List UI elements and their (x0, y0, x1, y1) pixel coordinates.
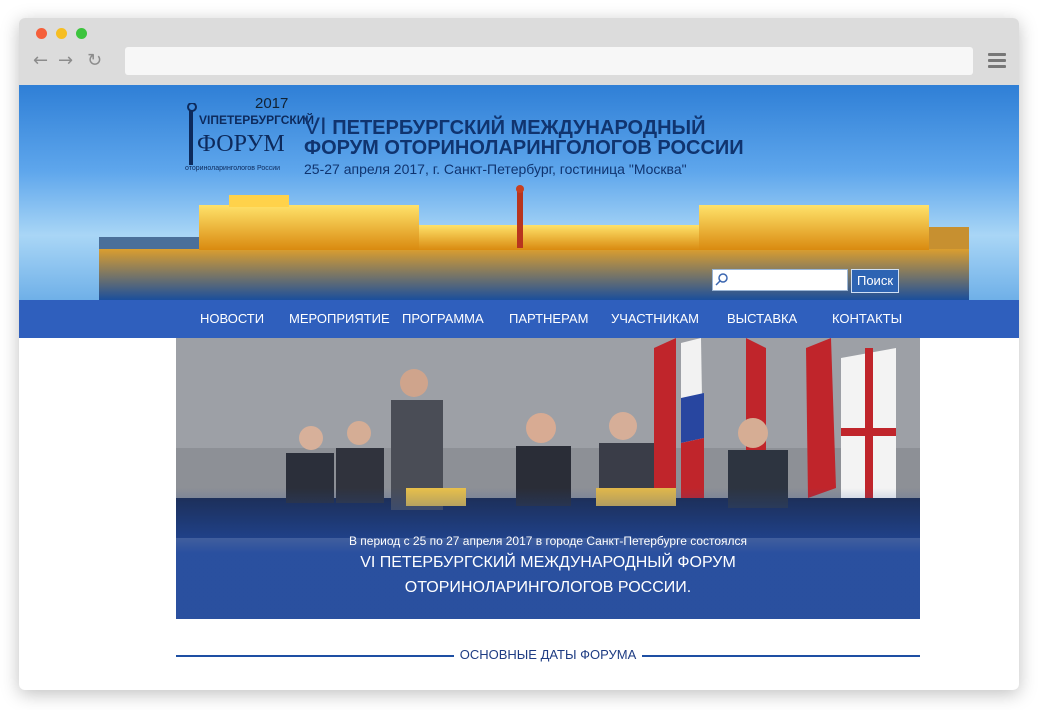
search-icon (715, 273, 728, 286)
main-menu: НОВОСТИ МЕРОПРИЯТИЕ ПРОГРАММА ПАРТНЕРАМ … (19, 300, 1019, 338)
hero-banner: В период с 25 по 27 апреля 2017 в городе… (176, 338, 920, 619)
street-lamp-icon (187, 103, 197, 165)
section-heading: ОСНОВНЫЕ ДАТЫ ФОРУМА (176, 646, 920, 666)
maximize-window-dot[interactable] (76, 28, 87, 39)
menu-item-contacts[interactable]: КОНТАКТЫ (832, 311, 902, 326)
reload-icon[interactable]: ↻ (87, 52, 102, 70)
menu-item-participants[interactable]: УЧАСТНИКАМ (611, 311, 699, 326)
section-title: ОСНОВНЫЕ ДАТЫ ФОРУМА (176, 647, 920, 662)
forum-title-text: ПЕТЕРБУРГСКИЙ МЕЖДУНАРОДНЫЙ (332, 117, 706, 139)
logo-line-3: ФОРУМ (197, 131, 285, 157)
forum-title-line-2: ФОРУМ ОТОРИНОЛАРИНГОЛОГОВ РОССИИ (304, 137, 744, 159)
hero-text-line-2: VI ПЕТЕРБУРГСКИЙ МЕЖДУНАРОДНЫЙ ФОРУМ (360, 554, 736, 571)
menu-item-event[interactable]: МЕРОПРИЯТИЕ (289, 311, 390, 326)
menu-item-partners[interactable]: ПАРТНЕРАМ (509, 311, 588, 326)
minimize-window-dot[interactable] (56, 28, 67, 39)
browser-menu-icon[interactable] (988, 53, 1006, 71)
menu-item-program[interactable]: ПРОГРАММА (402, 311, 484, 326)
site-header: 2017 VIПЕТЕРБУРГСКИЙ ФОРУМ оториноларинг… (19, 85, 1019, 300)
forward-arrow-icon[interactable]: → (58, 52, 73, 70)
forum-subtitle: 25-27 апреля 2017, г. Санкт-Петербург, г… (304, 161, 687, 177)
menu-item-news[interactable]: НОВОСТИ (200, 311, 264, 326)
forum-title-roman: VI (304, 113, 327, 140)
menu-item-exhibition[interactable]: ВЫСТАВКА (727, 311, 797, 326)
browser-window: ← → ↻ 2017 VIПЕТЕРБУРГСКИЙ ФОРУМ оторино… (19, 18, 1019, 690)
back-arrow-icon[interactable]: ← (33, 52, 48, 70)
search-button[interactable]: Поиск (851, 269, 899, 293)
browser-chrome: ← → ↻ (19, 18, 1019, 85)
search-input[interactable] (712, 269, 848, 291)
close-window-dot[interactable] (36, 28, 47, 39)
hero-text-line-3: ОТОРИНОЛАРИНГОЛОГОВ РОССИИ. (404, 579, 692, 596)
hero-text-line-1: В период с 25 по 27 апреля 2017 в городе… (348, 534, 748, 548)
logo-line-2: VIПЕТЕРБУРГСКИЙ (199, 113, 314, 127)
forum-logo[interactable]: 2017 VIПЕТЕРБУРГСКИЙ ФОРУМ оториноларинг… (185, 95, 314, 177)
address-bar[interactable] (125, 47, 973, 75)
logo-year: 2017 (255, 95, 289, 112)
logo-line-4: оториноларингологов России (185, 165, 281, 172)
section-title-text: ОСНОВНЫЕ ДАТЫ ФОРУМА (453, 647, 643, 662)
